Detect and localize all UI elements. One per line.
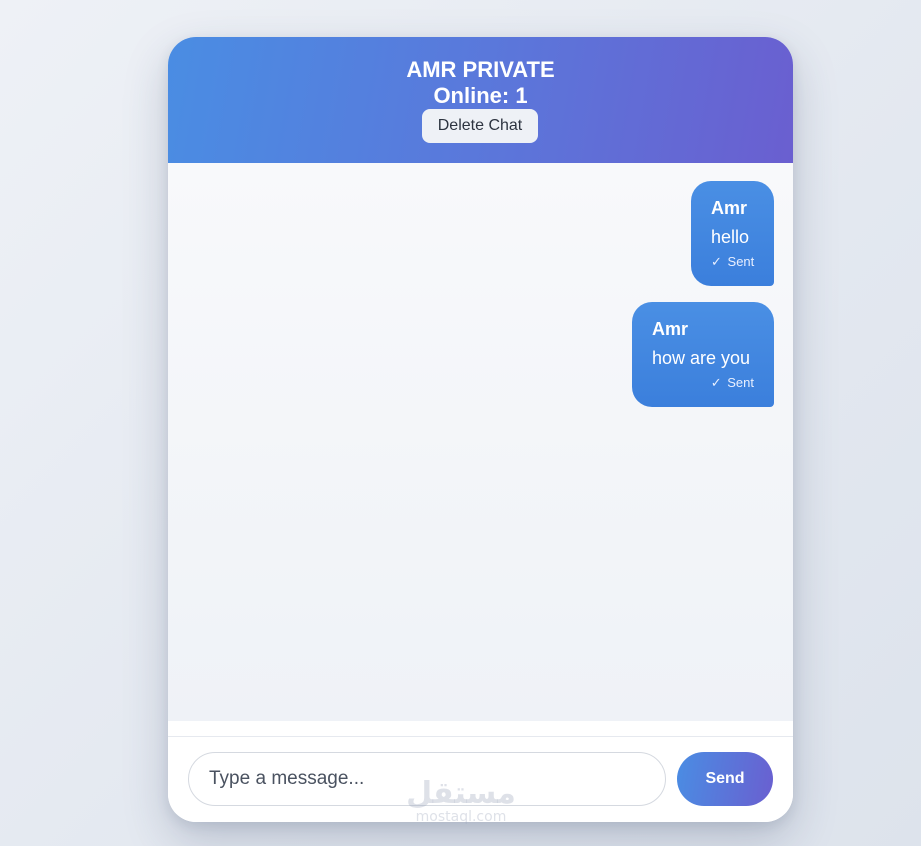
message-list[interactable]: Amr hello ✓ Sent Amr how are you ✓ Sent — [168, 163, 793, 721]
chat-window: AMR PRIVATE Online: 1 Delete Chat Amr he… — [168, 37, 793, 822]
chat-header: AMR PRIVATE Online: 1 Delete Chat — [168, 37, 793, 163]
message-bubble: Amr how are you ✓ Sent — [632, 302, 774, 407]
message-status-label: Sent — [727, 254, 755, 269]
message-text: hello — [711, 227, 750, 247]
online-count: Online: 1 — [433, 83, 528, 108]
message-status: ✓ Sent — [652, 375, 754, 391]
delete-chat-button[interactable]: Delete Chat — [422, 109, 538, 143]
message-bubble: Amr hello ✓ Sent — [691, 181, 774, 286]
message-status: ✓ Sent — [711, 254, 754, 270]
message-sender: Amr — [652, 319, 689, 339]
checkmark-icon: ✓ — [710, 375, 722, 390]
message-status-label: Sent — [727, 375, 754, 390]
checkmark-icon: ✓ — [711, 254, 722, 269]
message-composer: Send — [168, 721, 793, 822]
message-text: how are you — [652, 348, 751, 368]
composer-divider — [168, 736, 793, 737]
chat-title: AMR PRIVATE — [406, 57, 555, 82]
message-input[interactable] — [188, 752, 666, 806]
message-sender: Amr — [711, 198, 748, 218]
send-button[interactable]: Send — [677, 752, 773, 806]
